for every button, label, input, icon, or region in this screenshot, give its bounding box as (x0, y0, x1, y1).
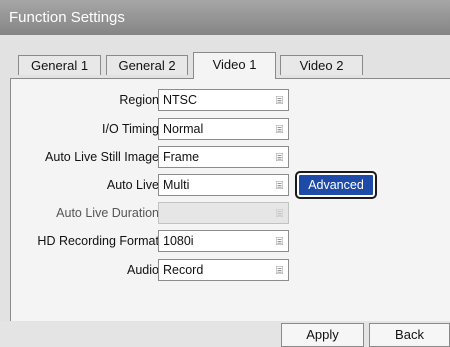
audio-select[interactable]: Record (158, 259, 289, 281)
tab-video-2[interactable]: Video 2 (280, 55, 363, 75)
auto-live-still-image-select[interactable]: Frame (158, 146, 289, 168)
setting-row-io-timing: I/O Timing Normal (11, 118, 450, 140)
menu-lines-icon (276, 266, 283, 274)
menu-lines-icon (276, 125, 283, 133)
menu-lines-icon (276, 153, 283, 161)
menu-lines-icon (276, 181, 283, 189)
io-timing-select[interactable]: Normal (158, 118, 289, 140)
setting-row-auto-live-duration: Auto Live Duration (11, 202, 450, 224)
region-label: Region (119, 93, 159, 107)
hd-recording-format-label: HD Recording Format (37, 234, 159, 248)
auto-live-still-image-label: Auto Live Still Image (45, 150, 159, 164)
io-timing-value: Normal (163, 122, 204, 136)
auto-live-value: Multi (163, 178, 190, 192)
advanced-button[interactable]: Advanced (299, 175, 373, 195)
hd-recording-format-select[interactable]: 1080i (158, 230, 289, 252)
menu-lines-icon (276, 209, 283, 217)
auto-live-label: Auto Live (106, 178, 159, 192)
setting-row-audio: Audio Record (11, 259, 450, 281)
tab-general-2[interactable]: General 2 (106, 55, 188, 75)
audio-value: Record (163, 263, 204, 277)
audio-label: Audio (127, 263, 159, 277)
auto-live-still-image-value: Frame (163, 150, 200, 164)
setting-row-hd-recording-format: HD Recording Format 1080i (11, 230, 450, 252)
auto-live-duration-label: Auto Live Duration (56, 206, 159, 220)
region-select[interactable]: NTSC (158, 89, 289, 111)
apply-button[interactable]: Apply (281, 323, 364, 347)
auto-live-duration-select (158, 202, 289, 224)
setting-row-region: Region NTSC (11, 89, 450, 111)
settings-panel: Region NTSC I/O Timing Normal Auto Live … (10, 78, 450, 321)
region-value: NTSC (163, 93, 198, 107)
setting-row-auto-live: Auto Live Multi Advanced (11, 171, 450, 199)
tab-bar: General 1 General 2 Video 1 Video 2 (0, 0, 450, 80)
tab-video-1[interactable]: Video 1 (193, 52, 276, 79)
back-button[interactable]: Back (369, 323, 450, 347)
hd-recording-format-value: 1080i (163, 234, 194, 248)
io-timing-label: I/O Timing (102, 122, 159, 136)
setting-row-auto-live-still-image: Auto Live Still Image Frame (11, 146, 450, 168)
tab-general-1[interactable]: General 1 (18, 55, 101, 75)
auto-live-select[interactable]: Multi (158, 174, 289, 196)
advanced-button-focus-ring: Advanced (295, 171, 377, 199)
menu-lines-icon (276, 96, 283, 104)
menu-lines-icon (276, 237, 283, 245)
